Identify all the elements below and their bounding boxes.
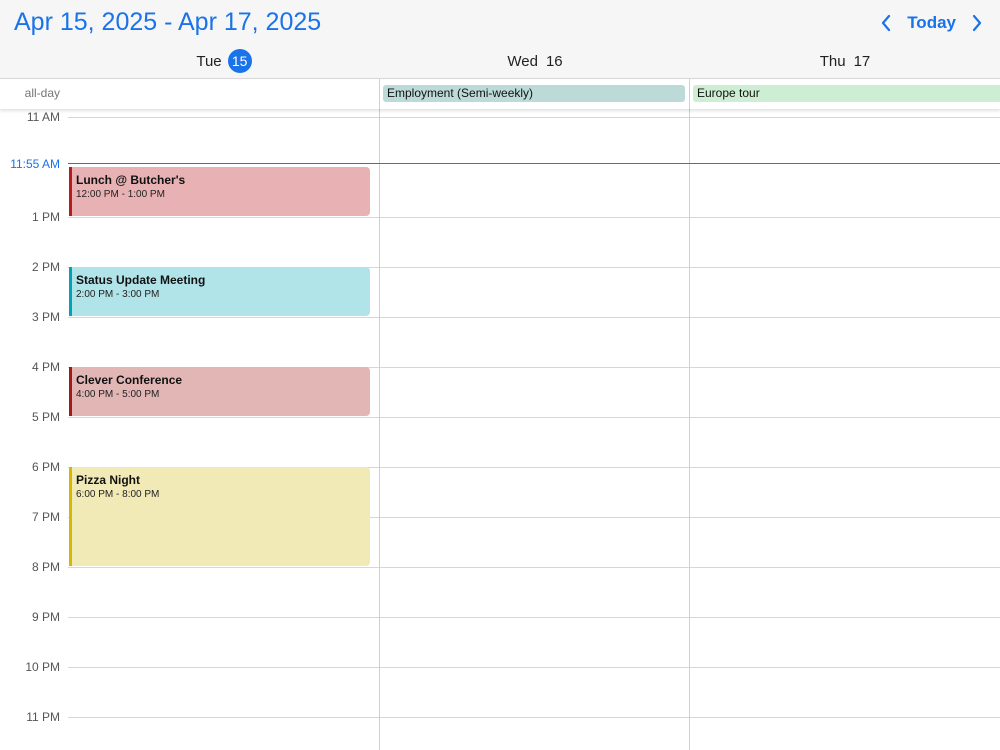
nav-controls: Today xyxy=(877,10,986,36)
hour-line xyxy=(68,667,1000,668)
event-status-update-meeting[interactable]: Status Update Meeting 2:00 PM - 3:00 PM xyxy=(69,267,370,316)
calendar-app: Apr 15, 2025 - Apr 17, 2025 Today Tue 15… xyxy=(0,0,1000,750)
hour-label: 8 PM xyxy=(31,560,60,574)
day-header-wed[interactable]: Wed 16 xyxy=(380,48,690,74)
hour-label: 7 PM xyxy=(31,510,60,524)
calendar-header: Apr 15, 2025 - Apr 17, 2025 Today Tue 15… xyxy=(0,0,1000,78)
event-title: Clever Conference xyxy=(76,373,183,387)
column-divider xyxy=(689,79,690,109)
chevron-right-icon xyxy=(972,14,982,32)
time-grid: 11 AM 11:55 AM 1 PM 2 PM 3 PM 4 PM 5 PM … xyxy=(0,108,1000,750)
day-number: 16 xyxy=(545,52,563,70)
current-time-line xyxy=(68,163,1000,164)
hour-label: 5 PM xyxy=(31,410,60,424)
hour-label: 3 PM xyxy=(31,310,60,324)
event-title: Pizza Night xyxy=(76,473,141,487)
event-title: Lunch @ Butcher's xyxy=(76,173,186,187)
day-header-tue[interactable]: Tue 15 xyxy=(68,48,380,74)
event-lunch-butchers[interactable]: Lunch @ Butcher's 12:00 PM - 1:00 PM xyxy=(69,167,370,216)
date-range-title: Apr 15, 2025 - Apr 17, 2025 xyxy=(14,8,322,36)
prev-button[interactable] xyxy=(877,10,895,36)
hour-line xyxy=(68,617,1000,618)
hour-label: 1 PM xyxy=(31,210,60,224)
day-number: 17 xyxy=(853,52,871,70)
day-name: Thu xyxy=(819,52,846,70)
hour-label: 11 AM xyxy=(26,110,60,124)
hour-line xyxy=(68,317,1000,318)
event-time: 4:00 PM - 5:00 PM xyxy=(76,389,160,400)
hour-line xyxy=(68,717,1000,718)
next-button[interactable] xyxy=(968,10,986,36)
event-clever-conference[interactable]: Clever Conference 4:00 PM - 5:00 PM xyxy=(69,367,370,416)
hour-line xyxy=(68,417,1000,418)
all-day-event-europe-tour[interactable]: Europe tour xyxy=(693,85,1000,102)
day-name: Wed xyxy=(507,52,538,70)
hour-line xyxy=(68,567,1000,568)
all-day-label: all-day xyxy=(24,86,60,100)
column-divider xyxy=(379,79,380,109)
column-divider xyxy=(689,108,690,750)
event-time: 6:00 PM - 8:00 PM xyxy=(76,489,160,500)
event-time: 2:00 PM - 3:00 PM xyxy=(76,289,160,300)
hour-line xyxy=(68,117,1000,118)
hour-label: 2 PM xyxy=(31,260,60,274)
today-button[interactable]: Today xyxy=(907,13,956,33)
event-pizza-night[interactable]: Pizza Night 6:00 PM - 8:00 PM xyxy=(69,467,370,566)
today-date-badge: 15 xyxy=(227,49,252,73)
current-time-label: 11:55 AM xyxy=(10,157,60,171)
all-day-event-employment[interactable]: Employment (Semi-weekly) xyxy=(383,85,685,102)
hour-label: 9 PM xyxy=(31,610,60,624)
day-name: Tue xyxy=(196,52,222,70)
day-header-thu[interactable]: Thu 17 xyxy=(690,48,1000,74)
column-divider xyxy=(379,108,380,750)
hour-label: 4 PM xyxy=(31,360,60,374)
hour-line xyxy=(68,217,1000,218)
chevron-left-icon xyxy=(882,14,891,32)
hour-label: 10 PM xyxy=(25,660,60,674)
hour-label: 6 PM xyxy=(31,460,60,474)
all-day-row: all-day Employment (Semi-weekly) Europe … xyxy=(0,78,1000,109)
event-title: Status Update Meeting xyxy=(76,273,206,287)
hour-label: 11 PM xyxy=(26,710,60,724)
event-time: 12:00 PM - 1:00 PM xyxy=(76,189,165,200)
